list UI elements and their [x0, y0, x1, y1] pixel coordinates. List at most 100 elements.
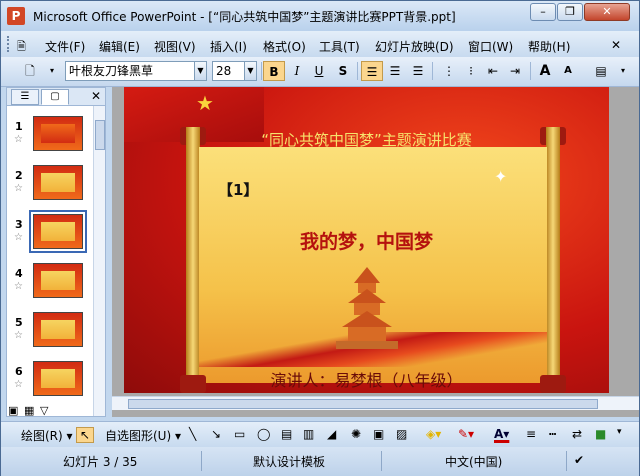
decrease-indent-icon[interactable]: ⇤ [482, 61, 504, 81]
line-color-icon[interactable]: ✎▾ [458, 427, 474, 441]
clipart-icon[interactable]: ▣ [373, 427, 384, 441]
formatting-toolbar: 🗋 ▾ 叶根友刀锋黑草 ▼ 28 ▼ B I U S ☰ ☰ ☰ ⋮ ⁝ ⇤ ⇥… [1, 57, 639, 87]
bold-button[interactable]: B [263, 61, 285, 81]
shrink-font-button[interactable]: A [557, 61, 579, 81]
menu-slideshow[interactable]: 幻灯片放映(D) [375, 38, 454, 55]
dove-decoration: ✦ [494, 167, 508, 186]
slide-thumbnail[interactable] [33, 361, 83, 396]
normal-view-icon[interactable]: ▣ [8, 404, 18, 417]
picture-icon[interactable]: ▨ [396, 427, 407, 441]
draw-menu-button[interactable]: 绘图(R) ▾ [21, 427, 73, 444]
slide-number: 2 [15, 169, 23, 182]
design-icon[interactable]: ▤ [590, 61, 612, 81]
slide-number: 5 [15, 316, 23, 329]
powerpoint-icon[interactable]: P [7, 7, 25, 25]
font-color-icon[interactable]: A▾ [494, 427, 509, 441]
toolbar-options-arrow[interactable]: ▾ [41, 61, 63, 81]
scroll-rod-right [546, 127, 560, 385]
menu-tools[interactable]: 工具(T) [319, 38, 360, 55]
view-buttons: ▣ ▦ ▽ [6, 404, 66, 418]
slide-speaker-text[interactable]: 演讲人：易梦根（八年级） [124, 367, 609, 391]
italic-button[interactable]: I [286, 61, 308, 81]
underline-button[interactable]: U [308, 61, 330, 81]
menu-view[interactable]: 视图(V) [154, 38, 196, 55]
slide-title[interactable]: “同心共筑中国梦”主题演讲比赛 [124, 129, 609, 150]
slide-thumbnail-selected[interactable] [29, 210, 87, 253]
new-doc-icon[interactable]: 🗋 [19, 61, 41, 81]
font-size-dropdown[interactable]: ▼ [244, 61, 257, 81]
select-pointer-icon[interactable]: ↖ [76, 427, 95, 443]
align-right-icon[interactable]: ☰ [407, 61, 429, 81]
separator [357, 62, 358, 80]
dash-style-icon[interactable]: ┅ [549, 427, 556, 441]
menu-window[interactable]: 窗口(W) [468, 38, 513, 55]
bullets-icon[interactable]: ⁝ [460, 61, 482, 81]
temple-of-heaven-image [336, 267, 398, 349]
status-separator [381, 451, 382, 471]
slide-main-text[interactable]: 我的梦，中国梦 [124, 227, 609, 254]
wordart-icon[interactable]: ◢ [327, 427, 336, 441]
outline-tab-icon[interactable]: ☰ [11, 89, 39, 105]
animation-star-icon: ☆ [14, 379, 23, 390]
menu-insert[interactable]: 插入(I) [210, 38, 247, 55]
pane-close-icon[interactable]: ✕ [91, 89, 101, 103]
pane-tabs: ☰ ▢ ✕ [7, 88, 105, 106]
slideshow-view-icon[interactable]: ▽ [40, 404, 48, 417]
sorter-view-icon[interactable]: ▦ [24, 404, 34, 417]
toolbar-options-arrow-3[interactable]: ▾ [617, 427, 622, 437]
line-icon[interactable]: ╲ [189, 427, 196, 441]
close-button[interactable]: ✕ [584, 3, 630, 21]
increase-indent-icon[interactable]: ⇥ [504, 61, 526, 81]
spellcheck-icon[interactable]: ✔ [574, 453, 584, 467]
fill-color-icon[interactable]: ◈▾ [426, 427, 441, 441]
grow-font-button[interactable]: A [534, 61, 556, 81]
horizontal-scrollbar[interactable] [112, 396, 639, 410]
font-size-box[interactable]: 28 [212, 61, 245, 81]
font-name-dropdown[interactable]: ▼ [194, 61, 207, 81]
line-style-icon[interactable]: ≡ [526, 427, 536, 441]
status-bar: 幻灯片 3 / 35 默认设计模板 中文(中国) ✔ [1, 447, 639, 476]
status-separator [566, 451, 567, 471]
slide-thumbnail[interactable] [33, 165, 83, 200]
arrow-icon[interactable]: ↘ [211, 427, 221, 441]
slide-thumbnail[interactable] [33, 116, 83, 151]
slide-number: 6 [15, 365, 23, 378]
title-bar: P Microsoft Office PowerPoint - [“同心共筑中国… [1, 1, 639, 31]
animation-star-icon: ☆ [14, 232, 23, 243]
animation-star-icon: ☆ [14, 134, 23, 145]
slide-thumbnail[interactable] [33, 263, 83, 298]
menu-bar: 🗎 文件(F) 编辑(E) 视图(V) 插入(I) 格式(O) 工具(T) 幻灯… [1, 31, 639, 57]
doc-icon[interactable]: 🗎 [17, 38, 26, 57]
font-name-box[interactable]: 叶根友刀锋黑草 [65, 61, 195, 81]
slides-tab-icon[interactable]: ▢ [41, 89, 69, 105]
oval-icon[interactable]: ◯ [257, 427, 270, 441]
slide-thumbnail[interactable] [33, 312, 83, 347]
rectangle-icon[interactable]: ▭ [234, 427, 245, 441]
align-center-icon[interactable]: ☰ [384, 61, 406, 81]
numbering-icon[interactable]: ⋮ [438, 61, 460, 81]
toolbar-grip[interactable] [7, 36, 11, 52]
menu-format[interactable]: 格式(O) [263, 38, 306, 55]
scroll-thumb[interactable] [128, 399, 598, 409]
toolbar-options-arrow-2[interactable]: ▾ [612, 61, 634, 81]
close-doc-icon[interactable]: ✕ [611, 38, 621, 52]
diagram-icon[interactable]: ✺ [351, 427, 361, 441]
menu-edit[interactable]: 编辑(E) [99, 38, 140, 55]
align-left-icon[interactable]: ☰ [361, 61, 383, 81]
menu-help[interactable]: 帮助(H) [528, 38, 570, 55]
drawing-toolbar: 绘图(R) ▾ ↖ 自选图形(U) ▾ ╲ ↘ ▭ ◯ ▤ ▥ ◢ ✺ ▣ ▨ … [1, 421, 639, 447]
autoshapes-menu-button[interactable]: 自选图形(U) ▾ [105, 427, 181, 444]
minimize-button[interactable]: – [530, 3, 556, 21]
shadow-style-icon[interactable]: ■ [595, 427, 606, 441]
scroll-thumb[interactable] [95, 120, 105, 150]
slide-canvas[interactable]: ★ ✦ “同心共筑中国梦”主题演讲比赛 【1】 我的梦，中国梦 演讲人：易梦根（… [124, 87, 609, 393]
shadow-button[interactable]: S [332, 61, 354, 81]
vertical-textbox-icon[interactable]: ▥ [303, 427, 314, 441]
textbox-icon[interactable]: ▤ [281, 427, 292, 441]
menu-file[interactable]: 文件(F) [45, 38, 85, 55]
arrow-style-icon[interactable]: ⇄ [572, 427, 582, 441]
slide-number-label[interactable]: 【1】 [218, 179, 258, 200]
slides-pane-scrollbar[interactable] [93, 106, 105, 416]
star-decoration: ★ [196, 91, 214, 115]
restore-button[interactable]: ❐ [557, 3, 583, 21]
